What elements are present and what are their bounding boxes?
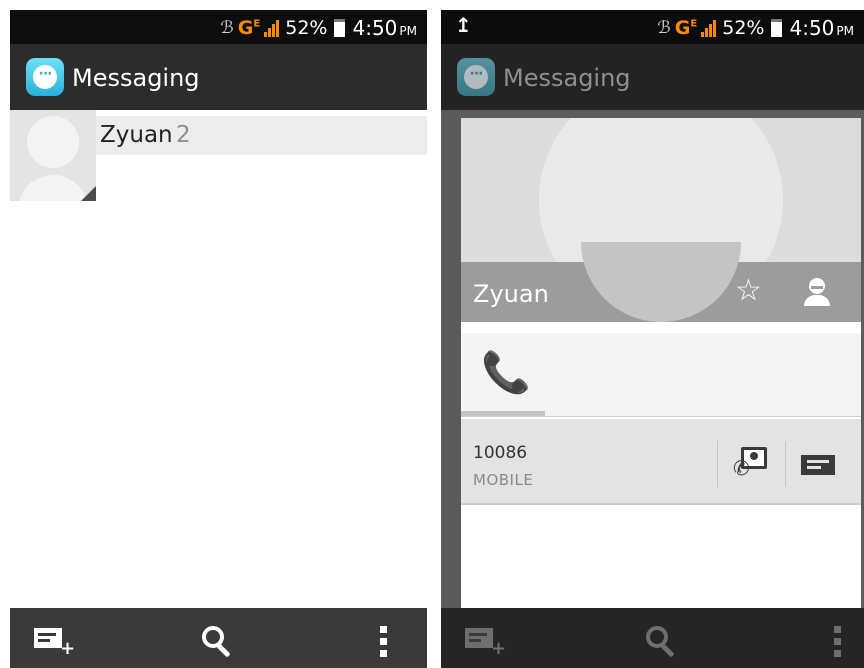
status-bar: ↥ ℬ GE 52% 4:50 PM — [441, 10, 864, 44]
overflow-menu-icon[interactable] — [380, 626, 388, 658]
app-title: Messaging — [72, 64, 200, 92]
action-bar: Messaging — [10, 44, 427, 110]
quick-contact-card: Zyuan ☆ 📞 10086 MOBILE ✆ — [461, 118, 861, 638]
conversation-name: Zyuan — [100, 122, 173, 148]
signal-icon — [264, 19, 280, 37]
contact-avatar[interactable] — [10, 110, 96, 201]
phone-icon[interactable]: 📞 — [481, 351, 531, 395]
compose-icon[interactable]: + — [34, 628, 75, 658]
network-type: GE — [237, 17, 261, 39]
action-bar: Messaging — [441, 44, 864, 110]
battery-icon — [771, 19, 783, 37]
messaging-list-screen: ℬ GE 52% 4:50PM Messaging Zyuan 2 + — [10, 10, 427, 668]
contact-quick-view-screen: ↥ ℬ GE 52% 4:50PM Messaging Zyuan ☆ 📞 — [441, 10, 864, 668]
bottom-action-bar: + — [441, 608, 864, 668]
person-icon[interactable] — [804, 278, 830, 306]
bluetooth-icon: ℬ — [657, 18, 671, 38]
compose-icon: + — [465, 628, 506, 658]
overflow-menu-icon — [834, 626, 842, 658]
search-icon[interactable] — [202, 626, 234, 658]
bluetooth-icon: ℬ — [220, 18, 234, 38]
signal-icon — [701, 19, 717, 37]
conversation-list-item[interactable]: Zyuan 2 — [10, 110, 427, 201]
search-icon — [646, 626, 678, 658]
messaging-app-icon — [457, 58, 495, 96]
messaging-app-icon[interactable] — [26, 58, 64, 96]
upload-icon: ↥ — [455, 13, 472, 37]
phone-number: 10086 — [473, 443, 528, 463]
status-bar: ℬ GE 52% 4:50 PM — [10, 10, 427, 44]
battery-percent: 52% — [285, 17, 328, 39]
dim-overlay[interactable] — [441, 110, 461, 608]
phone-type-label: MOBILE — [473, 471, 534, 489]
contact-name: Zyuan — [473, 280, 549, 308]
contact-name-bar: Zyuan ☆ — [461, 262, 861, 322]
battery-icon — [334, 19, 346, 37]
battery-percent: 52% — [722, 17, 765, 39]
clock: 4:50 PM — [352, 16, 417, 40]
network-type: GE — [674, 17, 698, 39]
message-count: 2 — [176, 122, 191, 148]
clock: 4:50 PM — [789, 16, 854, 40]
app-title: Messaging — [503, 64, 631, 92]
contact-call-icon[interactable]: ✆ — [733, 447, 769, 479]
star-icon[interactable]: ☆ — [735, 276, 762, 306]
phone-number-row[interactable]: 10086 MOBILE ✆ — [461, 419, 861, 505]
action-tab-bar: 📞 — [461, 333, 861, 417]
sms-icon[interactable] — [801, 455, 837, 479]
bottom-action-bar: + — [10, 608, 427, 668]
